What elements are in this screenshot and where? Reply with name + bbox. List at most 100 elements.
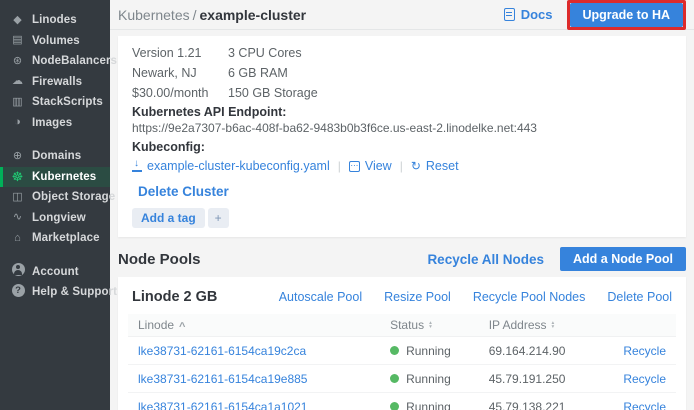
sidebar-item-marketplace[interactable]: ⌂ Marketplace xyxy=(0,228,110,249)
status-label: Running xyxy=(406,344,451,358)
stackscripts-icon: ▥ xyxy=(10,96,25,109)
images-icon: ◑ xyxy=(10,116,25,129)
download-icon xyxy=(132,161,142,172)
sidebar-item-longview[interactable]: ∿ Longview xyxy=(0,208,110,229)
status-cell: Running xyxy=(390,344,469,358)
pool-head: Linode 2 GB Autoscale Pool Resize Pool R… xyxy=(128,287,676,305)
column-label: Status xyxy=(390,318,424,332)
kubeconfig-download-link[interactable]: example-cluster-kubeconfig.yaml xyxy=(132,159,330,173)
kubeconfig-label: Kubeconfig: xyxy=(132,140,672,155)
column-header-ip-address[interactable]: IP Address ▴▾ xyxy=(479,314,600,337)
view-icon xyxy=(349,161,360,172)
status-running-icon xyxy=(390,374,399,383)
sidebar-item-volumes[interactable]: ▤ Volumes xyxy=(0,31,110,52)
annotation-highlight: Upgrade to HA xyxy=(567,0,687,30)
kubernetes-icon: ☸ xyxy=(10,170,25,183)
pool-action-links: Autoscale Pool Resize Pool Recycle Pool … xyxy=(279,290,672,304)
kubeconfig-view-link[interactable]: View xyxy=(349,159,392,173)
resize-pool-link[interactable]: Resize Pool xyxy=(384,290,451,304)
reset-label: Reset xyxy=(426,159,459,173)
ip-address-cell: 69.164.214.90 xyxy=(479,337,600,365)
add-node-pool-button[interactable]: Add a Node Pool xyxy=(560,247,686,271)
breadcrumb: Kubernetes/example-cluster xyxy=(118,7,306,23)
status-cell: Running xyxy=(390,372,469,386)
kubeconfig-actions: example-cluster-kubeconfig.yaml | View |… xyxy=(132,158,672,174)
sidebar-section-compute: ◆ Linodes ▤ Volumes ⊛ NodeBalancers ☁ Fi… xyxy=(0,10,110,133)
sidebar-item-linodes[interactable]: ◆ Linodes xyxy=(0,10,110,31)
sidebar-item-label: Marketplace xyxy=(32,232,100,244)
main-content: Kubernetes/example-cluster Docs Upgrade … xyxy=(110,0,694,410)
node-pool-card: Linode 2 GB Autoscale Pool Resize Pool R… xyxy=(118,277,686,410)
ip-address-cell: 45.79.138.221 xyxy=(479,393,600,410)
table-header-row: Linode ^ Status ▴▾ IP Ad xyxy=(128,314,676,337)
status-label: Running xyxy=(406,400,451,410)
sidebar-item-stackscripts[interactable]: ▥ StackScripts xyxy=(0,92,110,113)
sidebar-item-kubernetes[interactable]: ☸ Kubernetes xyxy=(0,167,110,188)
sort-icon: ▴▾ xyxy=(552,321,555,330)
api-endpoint-value: https://9e2a7307-b6ac-408f-ba62-9483b0b3… xyxy=(132,121,672,135)
add-tag-plus-icon[interactable]: + xyxy=(208,208,229,228)
ip-address-cell: 45.79.191.250 xyxy=(479,365,600,393)
node-pools-header: Node Pools Recycle All Nodes Add a Node … xyxy=(118,247,686,271)
spec-storage: 150 GB Storage xyxy=(228,86,318,100)
status-cell: Running xyxy=(390,400,469,410)
linode-link[interactable]: lke38731-62161-6154ca19e885 xyxy=(138,372,307,386)
volumes-icon: ▤ xyxy=(10,34,25,47)
recycle-link[interactable]: Recycle xyxy=(623,372,666,386)
recycle-pool-nodes-link[interactable]: Recycle Pool Nodes xyxy=(473,290,586,304)
sidebar-item-label: Object Storage xyxy=(32,191,115,203)
sidebar-item-domains[interactable]: ⊕ Domains xyxy=(0,146,110,167)
view-label: View xyxy=(365,159,392,173)
marketplace-icon: ⌂ xyxy=(10,232,25,245)
add-a-tag-button[interactable]: Add a tag xyxy=(132,208,205,228)
node-pools-actions: Recycle All Nodes Add a Node Pool xyxy=(427,247,686,271)
column-header-status[interactable]: Status ▴▾ xyxy=(380,314,479,337)
sidebar-item-label: Volumes xyxy=(32,35,80,47)
delete-pool-link[interactable]: Delete Pool xyxy=(607,290,672,304)
page-header: Kubernetes/example-cluster Docs Upgrade … xyxy=(110,0,694,30)
breadcrumb-kubernetes[interactable]: Kubernetes xyxy=(118,7,190,23)
reset-icon: ↻ xyxy=(411,160,421,172)
sidebar-item-label: Linodes xyxy=(32,14,77,26)
sidebar-item-object-storage[interactable]: ◫ Object Storage xyxy=(0,187,110,208)
help-icon xyxy=(10,284,25,301)
nodes-table: Linode ^ Status ▴▾ IP Ad xyxy=(128,314,676,410)
column-header-linode[interactable]: Linode ^ xyxy=(128,314,380,337)
sidebar-item-account[interactable]: Account xyxy=(0,262,110,283)
app-window: ◆ Linodes ▤ Volumes ⊛ NodeBalancers ☁ Fi… xyxy=(0,0,694,410)
recycle-link[interactable]: Recycle xyxy=(623,344,666,358)
document-icon xyxy=(504,8,515,21)
nodebalancers-icon: ⊛ xyxy=(10,55,25,68)
node-pools-title: Node Pools xyxy=(118,251,201,268)
header-actions: Docs Upgrade to HA xyxy=(504,0,686,30)
longview-icon: ∿ xyxy=(10,211,25,224)
sidebar-item-images[interactable]: ◑ Images xyxy=(0,113,110,134)
cluster-summary-card: Version 1.21 3 CPU Cores Newark, NJ 6 GB… xyxy=(118,36,686,237)
sidebar-item-label: Account xyxy=(32,266,79,278)
upgrade-to-ha-button[interactable]: Upgrade to HA xyxy=(570,3,684,27)
delete-cluster-link[interactable]: Delete Cluster xyxy=(138,184,229,199)
account-icon xyxy=(10,263,25,280)
kubeconfig-reset-link[interactable]: ↻ Reset xyxy=(411,159,459,173)
sidebar-section-account: Account Help & Support xyxy=(0,262,110,303)
sidebar-item-label: StackScripts xyxy=(32,96,103,108)
sidebar-item-label: Images xyxy=(32,117,72,129)
column-label: Linode xyxy=(138,318,174,332)
api-endpoint-label: Kubernetes API Endpoint: xyxy=(132,105,672,120)
sort-ascending-icon: ^ xyxy=(179,323,185,331)
linode-link[interactable]: lke38731-62161-6154ca19c2ca xyxy=(138,344,306,358)
sidebar-item-help-support[interactable]: Help & Support xyxy=(0,282,110,303)
sidebar-item-label: Domains xyxy=(32,150,81,162)
autoscale-pool-link[interactable]: Autoscale Pool xyxy=(279,290,362,304)
spec-region: Newark, NJ xyxy=(132,66,212,80)
recycle-link[interactable]: Recycle xyxy=(623,400,666,410)
sidebar-item-firewalls[interactable]: ☁ Firewalls xyxy=(0,72,110,93)
breadcrumb-cluster-name: example-cluster xyxy=(200,7,307,23)
linode-link[interactable]: lke38731-62161-6154ca1a1021 xyxy=(138,400,307,410)
spec-ram: 6 GB RAM xyxy=(228,66,318,80)
object-storage-icon: ◫ xyxy=(10,191,25,204)
recycle-all-nodes-link[interactable]: Recycle All Nodes xyxy=(427,252,544,267)
sidebar-item-nodebalancers[interactable]: ⊛ NodeBalancers xyxy=(0,51,110,72)
spec-cpu: 3 CPU Cores xyxy=(228,46,318,60)
docs-link[interactable]: Docs xyxy=(504,7,553,22)
